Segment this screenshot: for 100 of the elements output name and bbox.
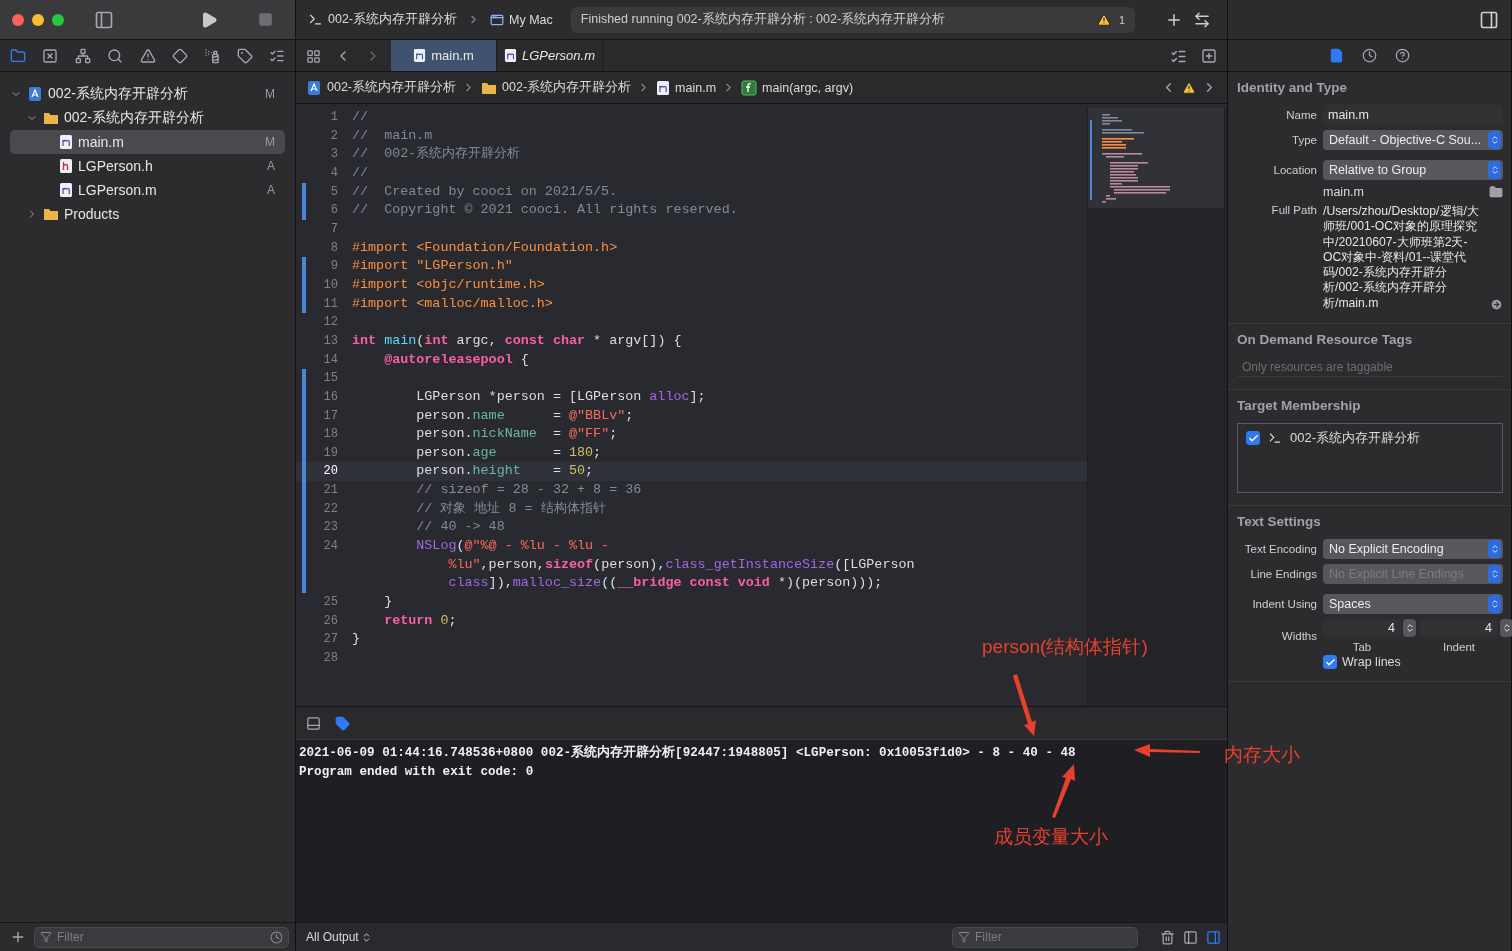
folder-icon: [43, 110, 59, 126]
add-editor-icon[interactable]: [1201, 48, 1217, 64]
m-file-icon: [656, 79, 671, 96]
warning-icon[interactable]: [1182, 80, 1196, 95]
scheme-selector[interactable]: 002-系统内存开辟分析: [308, 11, 458, 28]
jump-bar-item[interactable]: main.m: [656, 79, 717, 96]
terminal-icon: [308, 12, 323, 27]
zoom-button[interactable]: [52, 13, 64, 26]
annotation-text: 成员变量大小: [994, 825, 1108, 849]
code-line: NSLog(@"%@ - %lu - %lu -: [415, 537, 610, 556]
target-checkbox[interactable]: [1246, 431, 1260, 446]
popup-arrows-icon[interactable]: [1488, 161, 1501, 179]
line-number: 1: [330, 109, 338, 126]
project-icon: [27, 86, 43, 102]
source-control-icon[interactable]: [42, 47, 59, 64]
editor-tab[interactable]: main.m: [391, 40, 497, 71]
wrap-checkbox[interactable]: [1323, 655, 1337, 670]
code-line: // 40 -> 48: [415, 518, 505, 537]
section-title: Text Settings: [1237, 514, 1322, 530]
m-file-icon: [59, 182, 73, 198]
folder-icon: [43, 206, 59, 222]
line-number: 23: [323, 519, 338, 537]
annotation-text: person(结构体指针): [982, 635, 1148, 659]
type-popup[interactable]: Default - Objective-C Sou...: [1323, 130, 1503, 150]
recent-icon[interactable]: [270, 930, 283, 944]
minimize-button[interactable]: [32, 13, 44, 26]
inspector-toggle-icon[interactable]: [1479, 9, 1499, 30]
line-number: 13: [323, 332, 338, 350]
console-view-icon[interactable]: [1206, 929, 1221, 945]
indent-popup[interactable]: Spaces: [1323, 594, 1503, 615]
console-line: 2021-06-09 01:44:16.748536+0800 002-系统内存开辟分析[92447:1948805] <LGPerson: 0x10053f1d0> - 8 - 40 - 48: [299, 744, 1076, 762]
console-filter-field[interactable]: Filter: [952, 926, 1138, 948]
function-icon: [741, 79, 758, 96]
grid-icon[interactable]: [306, 48, 321, 64]
warning-icon[interactable]: [139, 47, 156, 64]
popup-arrows-icon[interactable]: [1488, 540, 1501, 559]
location-popup[interactable]: Relative to Group: [1323, 160, 1503, 180]
hierarchy-icon[interactable]: [74, 47, 91, 64]
files-icon[interactable]: [10, 47, 26, 64]
close-button[interactable]: [12, 13, 24, 26]
code-line: // Copyright © 2021 cooci. All rights reserved.: [352, 201, 738, 220]
navigator-item[interactable]: Products: [10, 202, 285, 226]
swap-arrows-icon[interactable]: [1193, 10, 1211, 29]
filter-field[interactable]: Filter: [34, 926, 289, 948]
code-line: //: [352, 163, 369, 182]
test-icon[interactable]: [171, 47, 188, 64]
navigator-item[interactable]: 002-系统内存开辟分析 M: [10, 82, 285, 106]
line-number: 15: [323, 370, 338, 388]
hide-debug-area-icon[interactable]: [306, 715, 321, 731]
breakpoint-icon[interactable]: [236, 47, 253, 64]
breakpoints-icon[interactable]: [335, 715, 350, 731]
code-line: // 对象 地址 8 = 结构体指针: [415, 499, 606, 518]
folder-icon[interactable]: [1489, 185, 1503, 199]
navigator-item[interactable]: LGPerson.h A: [10, 154, 285, 178]
code-line: class]),malloc_size((__bridge const void *)(person)));: [447, 574, 883, 593]
variables-view-icon[interactable]: [1183, 929, 1198, 945]
navigator-item[interactable]: 002-系统内存开辟分析: [10, 106, 285, 130]
mac-icon: [490, 12, 505, 27]
location-file: main.m: [1323, 185, 1364, 199]
line-number: 26: [323, 612, 338, 630]
stepper-icon[interactable]: [1500, 619, 1512, 638]
line-number: 8: [330, 239, 338, 257]
code-line: person.nickName = @"FF";: [415, 425, 618, 444]
code-line: %lu",person,sizeof(person),class_getInstanceSize([LGPerson: [447, 555, 915, 574]
warning-icon[interactable]: [1096, 12, 1111, 27]
history-icon[interactable]: [1362, 48, 1377, 63]
debug-icon[interactable]: [204, 47, 221, 64]
encoding-popup[interactable]: No Explicit Encoding: [1323, 539, 1503, 560]
navigator-item[interactable]: LGPerson.m A: [10, 178, 285, 202]
stepper-icon[interactable]: [1403, 619, 1416, 638]
jump-bar-item[interactable]: 002-系统内存开辟分析: [306, 79, 457, 96]
line-number: 19: [323, 444, 338, 462]
filter-icon: [40, 930, 52, 943]
name-field[interactable]: main.m: [1323, 105, 1503, 125]
jump-bar-item[interactable]: main(argc, argv): [741, 79, 854, 96]
tab-width-field[interactable]: 4: [1323, 619, 1401, 638]
console-line: Program ended with exit code: 0: [299, 764, 534, 781]
add-icon[interactable]: [10, 929, 26, 945]
code-line: #import "LGPerson.h": [352, 257, 513, 276]
popup-arrows-icon[interactable]: [1488, 595, 1501, 614]
editor-tab[interactable]: LGPerson.m: [497, 40, 603, 71]
search-icon[interactable]: [107, 47, 124, 64]
m-file-icon: [59, 134, 73, 150]
indent-width-field[interactable]: 4: [1420, 619, 1498, 638]
file-inspector-icon[interactable]: [1329, 48, 1344, 63]
sidebar-toggle-icon[interactable]: [94, 9, 114, 30]
help-icon[interactable]: [1395, 48, 1410, 63]
line-number: 18: [323, 426, 338, 444]
jump-bar-item[interactable]: 002-系统内存开辟分析: [481, 79, 632, 96]
annotation-arrow: [1012, 674, 1036, 736]
output-menu[interactable]: All Output: [306, 930, 372, 944]
code-line: LGPerson *person = [LGPerson alloc];: [415, 387, 706, 406]
run-icon[interactable]: [200, 10, 218, 29]
trash-icon[interactable]: [1160, 929, 1175, 945]
popup-arrows-icon[interactable]: [1488, 131, 1501, 149]
destination-selector[interactable]: My Mac: [490, 12, 553, 27]
line-number: 25: [323, 594, 338, 612]
navigator-item[interactable]: main.m M: [10, 130, 285, 154]
line-number: 4: [330, 164, 338, 182]
code-line: // main.m: [352, 126, 433, 145]
